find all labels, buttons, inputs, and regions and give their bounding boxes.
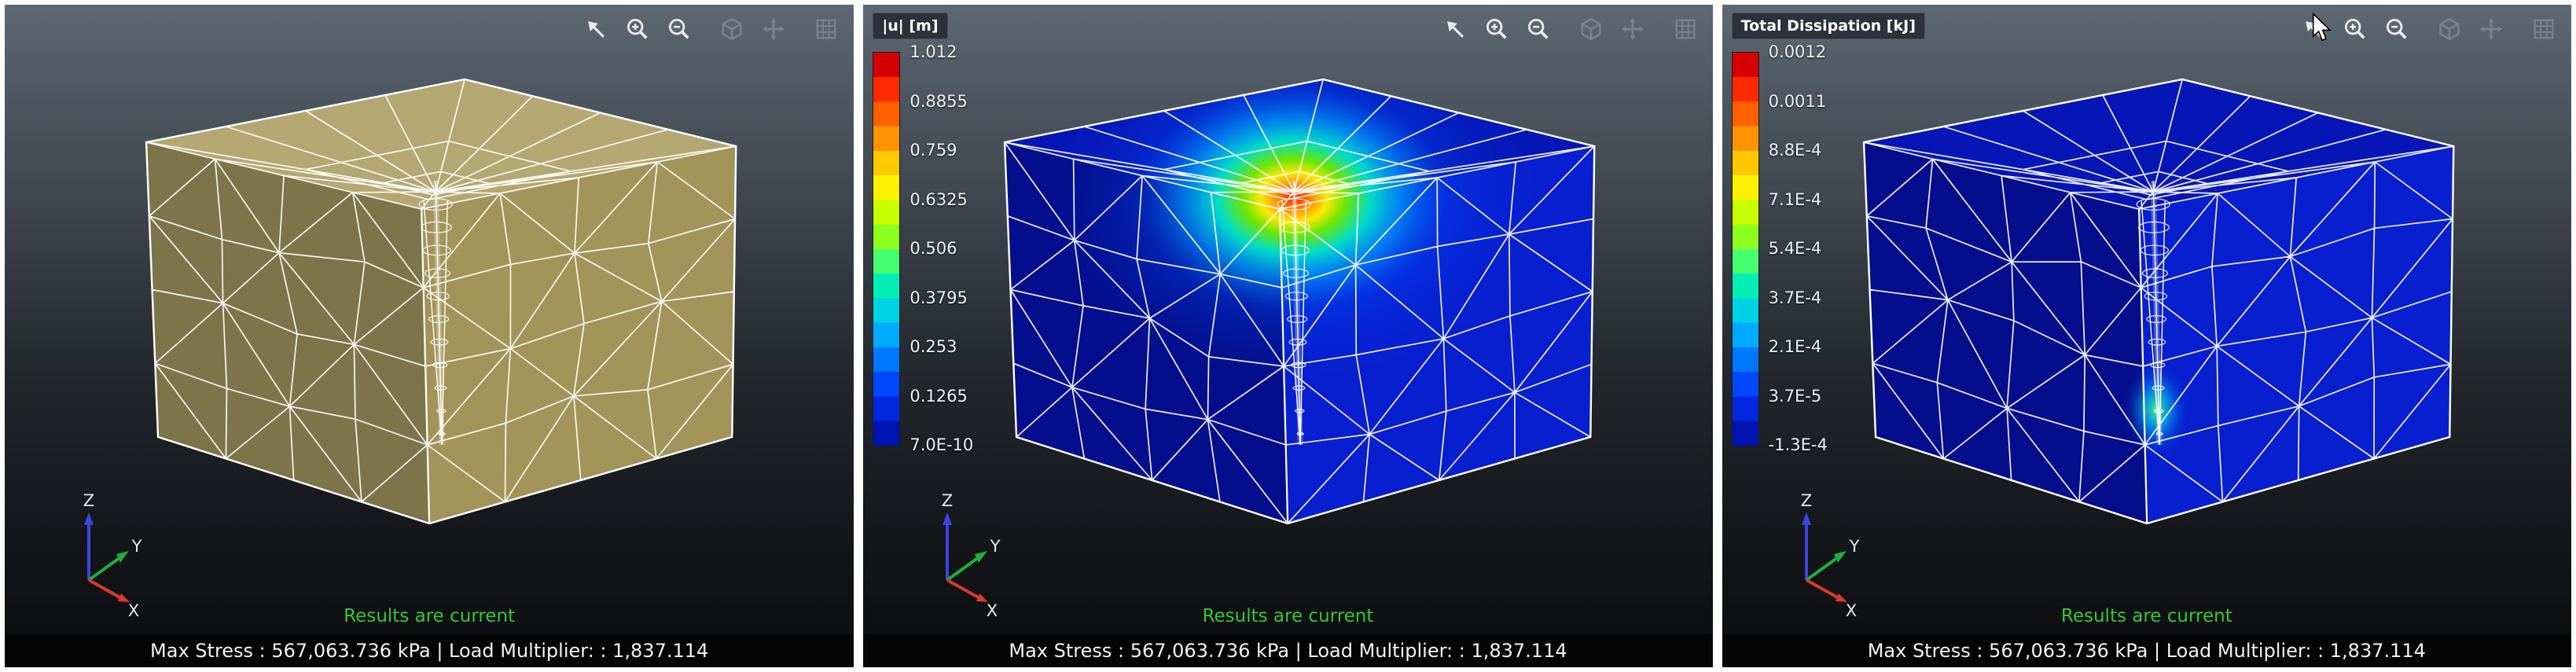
iso-view-icon [2436,16,2463,42]
grid-icon [813,16,840,42]
x-axis-icon [1806,580,1840,599]
legend: Total Dissipation [kJ] 0.0012 0.0011 8.8… [1732,13,1925,454]
viewport-row: Z Y X Results are current Max Stress : 5… [0,0,2576,672]
y-axis-label: Y [131,537,142,556]
zoom-in-button[interactable] [1479,13,1515,46]
viewport-toolbar [1431,13,1703,46]
legend-tick-label: 1.012 [910,43,973,61]
legend-tick-label: 3.7E-4 [1769,289,1828,307]
viewport-mesh: Z Y X Results are current Max Stress : 5… [5,5,854,667]
select-button[interactable] [578,13,614,46]
status-bar: Max Stress : 567,063.736 kPa | Load Mult… [863,634,1712,667]
legend-title: |u| [m] [873,13,947,39]
legend-tick-label: 0.0012 [1769,43,1828,61]
x-axis-icon [947,580,981,599]
zoom-out-button[interactable] [1520,13,1556,46]
z-axis-label: Z [942,491,953,510]
z-axis-arrowhead [943,512,952,525]
iso-view-button[interactable] [1573,13,1609,46]
viewport-dissipation: Total Dissipation [kJ] 0.0012 0.0011 8.8… [1722,5,2571,667]
pan-button[interactable] [1615,13,1651,46]
legend-tick-label: 0.253 [910,338,973,355]
legend-labels: 0.0012 0.0011 8.8E-4 7.1E-4 5.4E-4 3.7E-… [1759,43,1828,454]
legend-tick-label: 2.1E-4 [1769,338,1828,355]
orientation-triad: Z Y X [46,486,183,623]
legend-tick-label: 8.8E-4 [1769,141,1828,159]
zoom-in-icon [2342,16,2368,42]
y-axis-label: Y [1848,537,1859,556]
legend-tick-label: 5.4E-4 [1769,240,1828,257]
y-axis-arrowhead [1834,551,1847,563]
legend-tick-label: 0.6325 [910,191,973,208]
iso-view-button[interactable] [714,13,750,46]
z-axis-label: Z [1800,491,1811,510]
pan-icon [1619,16,1646,42]
grid-icon [1672,16,1699,42]
x-axis-icon [89,580,123,599]
grid-button[interactable] [1667,13,1703,46]
results-status: Results are current [5,606,854,626]
legend-colorbar [873,52,900,446]
legend-tick-label: 7.1E-4 [1769,191,1828,208]
legend-tick-label: 0.1265 [910,387,973,405]
results-status: Results are current [1722,606,2571,626]
iso-view-icon [1578,16,1604,42]
y-axis-icon [947,556,981,580]
legend-tick-label: 0.3795 [910,289,973,307]
grid-button[interactable] [808,13,844,46]
legend-body: 1.012 0.8855 0.759 0.6325 0.506 0.3795 0… [873,52,973,454]
legend-title: Total Dissipation [kJ] [1732,13,1925,39]
pan-button[interactable] [755,13,792,46]
y-axis-arrowhead [116,551,129,563]
legend-tick-label: 0.0011 [1769,93,1828,110]
zoom-out-icon [666,16,693,42]
pan-icon [2478,16,2504,42]
legend-tick-label: 0.8855 [910,93,973,110]
y-axis-label: Y [990,537,1001,556]
zoom-out-icon [1525,16,1552,42]
orientation-triad: Z Y X [904,486,1042,623]
y-axis-icon [1806,556,1840,580]
iso-view-icon [718,16,745,42]
results-status: Results are current [863,606,1712,626]
legend-tick-label: 0.759 [910,141,973,159]
zoom-out-icon [2383,16,2410,42]
orientation-triad: Z Y X [1763,486,1901,623]
iso-view-button[interactable] [2431,13,2468,46]
y-axis-arrowhead [975,551,987,563]
legend-labels: 1.012 0.8855 0.759 0.6325 0.506 0.3795 0… [900,43,973,454]
select-icon [582,16,609,42]
pan-icon [760,16,787,42]
select-button[interactable] [1437,13,1473,46]
legend-colorbar [1732,52,1759,446]
legend-tick-label: 0.506 [910,240,973,257]
z-axis-arrowhead [1802,512,1811,525]
status-bar: Max Stress : 567,063.736 kPa | Load Mult… [1722,634,2571,667]
zoom-out-button[interactable] [661,13,697,46]
status-bar: Max Stress : 567,063.736 kPa | Load Mult… [5,634,854,667]
legend-body: 0.0012 0.0011 8.8E-4 7.1E-4 5.4E-4 3.7E-… [1732,52,1925,454]
grid-button[interactable] [2526,13,2562,46]
zoom-in-button[interactable] [2337,13,2373,46]
z-axis-label: Z [83,491,94,510]
viewport-toolbar [572,13,844,46]
pan-button[interactable] [2473,13,2509,46]
zoom-in-icon [1483,16,1510,42]
legend-tick-label: 3.7E-5 [1769,387,1828,405]
y-axis-icon [89,556,123,580]
zoom-in-icon [624,16,651,42]
zoom-out-button[interactable] [2379,13,2415,46]
z-axis-arrowhead [84,512,94,525]
legend-tick-label: -1.3E-4 [1769,436,1828,454]
mouse-cursor [2310,13,2334,42]
legend: |u| [m] 1.012 0.8855 0.759 0.6325 0.506 … [873,13,973,454]
select-icon [1442,16,1468,42]
legend-tick-label: 7.0E-10 [910,436,973,454]
grid-icon [2530,16,2557,42]
zoom-in-button[interactable] [619,13,656,46]
viewport-displacement: |u| [m] 1.012 0.8855 0.759 0.6325 0.506 … [863,5,1712,667]
